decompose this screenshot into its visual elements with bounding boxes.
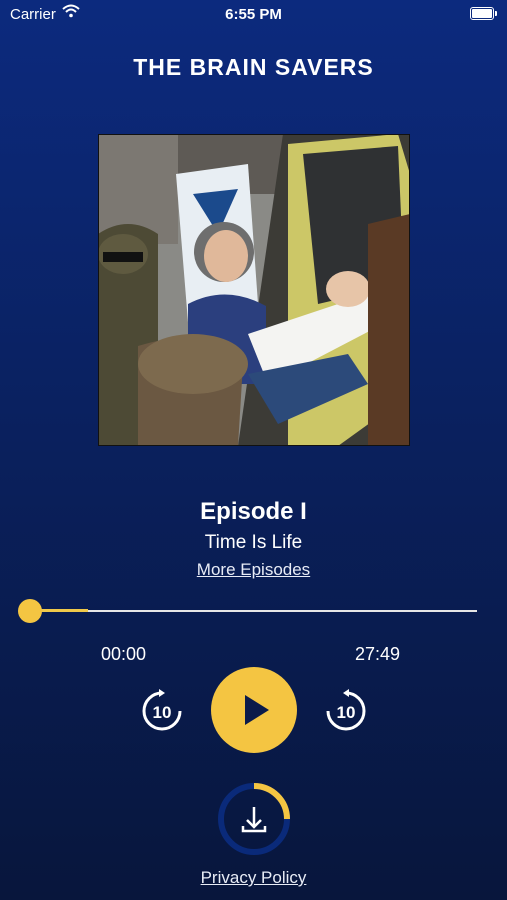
skip-back-seconds: 10 [153, 703, 172, 722]
privacy-policy-link[interactable]: Privacy Policy [0, 868, 507, 888]
rewind-10-icon: 10 [142, 689, 182, 731]
play-button[interactable] [211, 667, 297, 753]
total-duration: 27:49 [355, 644, 401, 664]
download-button[interactable] [217, 782, 291, 856]
skip-forward-button[interactable]: 10 [323, 688, 369, 734]
progress-track[interactable] [30, 610, 477, 612]
episode-title: Episode I [200, 498, 307, 525]
download-icon [218, 783, 290, 855]
skip-forward-seconds: 10 [337, 703, 356, 722]
episode-subtitle: Time Is Life [204, 532, 303, 553]
progress-thumb[interactable] [18, 599, 42, 623]
app-title: THE BRAIN SAVERS [133, 54, 374, 80]
play-icon [245, 695, 269, 725]
episode-artwork [98, 134, 410, 446]
forward-10-icon: 10 [326, 689, 366, 731]
more-episodes-link[interactable]: More Episodes [0, 560, 507, 580]
status-bar: Carrier 6:55 PM [0, 0, 507, 28]
battery-icon [470, 7, 497, 20]
skip-back-button[interactable]: 10 [139, 688, 185, 734]
status-time: 6:55 PM [225, 6, 282, 23]
elapsed-time: 00:00 [101, 644, 147, 664]
